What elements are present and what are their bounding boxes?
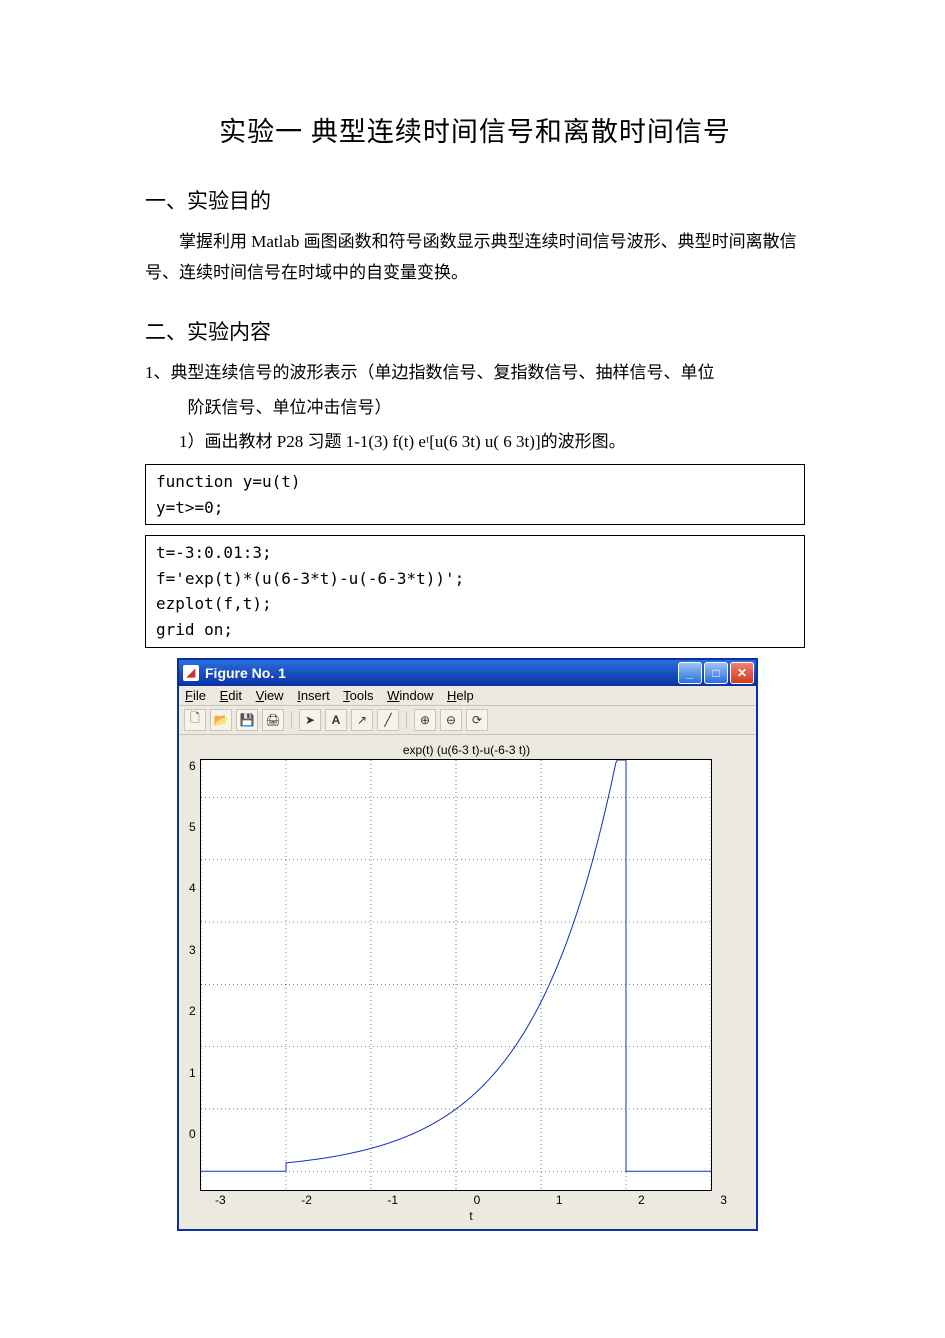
plot-canvas[interactable] — [200, 759, 712, 1191]
plot-area: exp(t) (u(6-3 t)-u(-6-3 t)) 6 5 4 3 2 1 … — [179, 735, 756, 1229]
ytick-0: 0 — [189, 1127, 196, 1141]
menu-help[interactable]: Help — [447, 688, 474, 703]
toolbar-separator-1 — [291, 711, 292, 729]
subitem-1: 1）画出教材 P28 习题 1-1(3) f(t) eᵗ[u(6 3t) u( … — [145, 427, 805, 458]
section-1-heading: 一、实验目的 — [145, 185, 805, 215]
ytick-5: 5 — [189, 820, 196, 834]
window-titlebar[interactable]: ◢ Figure No. 1 _ □ ✕ — [179, 660, 756, 686]
x-axis-ticks: -3 -2 -1 0 1 2 3 — [215, 1191, 727, 1207]
xtick-neg1: -1 — [387, 1193, 398, 1207]
menu-view[interactable]: View — [256, 688, 284, 703]
xtick-neg3: -3 — [215, 1193, 226, 1207]
menu-file[interactable]: File — [185, 688, 206, 703]
code-block-2: t=-3:0.01:3; f='exp(t)*(u(6-3*t)-u(-6-3*… — [145, 535, 805, 647]
xtick-2: 2 — [638, 1193, 645, 1207]
ytick-6: 6 — [189, 759, 196, 773]
minimize-button[interactable]: _ — [678, 662, 702, 684]
zoom-out-icon[interactable]: ⊖ — [440, 709, 462, 731]
open-icon[interactable]: 📂 — [210, 709, 232, 731]
xtick-0: 0 — [474, 1193, 481, 1207]
section-2-heading: 二、实验内容 — [145, 316, 805, 346]
close-button[interactable]: ✕ — [730, 662, 754, 684]
xtick-3: 3 — [720, 1193, 727, 1207]
plot-title: exp(t) (u(6-3 t)-u(-6-3 t)) — [189, 743, 744, 757]
zoom-in-icon[interactable]: ⊕ — [414, 709, 436, 731]
document-title: 实验一 典型连续时间信号和离散时间信号 — [145, 110, 805, 149]
rotate-icon[interactable]: ⟳ — [466, 709, 488, 731]
toolbar: 🗋 📂 💾 🖨 ➤ A ↗ ╱ ⊕ ⊖ ⟳ — [179, 706, 756, 735]
toolbar-separator-2 — [406, 711, 407, 729]
matlab-app-icon: ◢ — [183, 665, 199, 681]
matlab-figure-window: ◢ Figure No. 1 _ □ ✕ File Edit View Inse… — [177, 658, 758, 1231]
y-axis-ticks: 6 5 4 3 2 1 0 — [189, 759, 200, 1189]
code-block-1: function y=u(t) y=t>=0; — [145, 464, 805, 525]
menu-window[interactable]: Window — [387, 688, 433, 703]
xtick-1: 1 — [556, 1193, 563, 1207]
ytick-1: 1 — [189, 1066, 196, 1080]
menu-tools[interactable]: Tools — [343, 688, 373, 703]
xtick-neg2: -2 — [301, 1193, 312, 1207]
text-a-icon[interactable]: A — [325, 709, 347, 731]
menu-edit[interactable]: Edit — [220, 688, 242, 703]
arrow-icon[interactable]: ↗ — [351, 709, 373, 731]
section-1-para: 掌握利用 Matlab 画图函数和符号函数显示典型连续时间信号波形、典型时间离散… — [145, 227, 805, 288]
ytick-4: 4 — [189, 881, 196, 895]
pointer-icon[interactable]: ➤ — [299, 709, 321, 731]
menu-insert[interactable]: Insert — [297, 688, 330, 703]
ytick-3: 3 — [189, 943, 196, 957]
maximize-button[interactable]: □ — [704, 662, 728, 684]
line-icon[interactable]: ╱ — [377, 709, 399, 731]
save-icon[interactable]: 💾 — [236, 709, 258, 731]
new-file-icon[interactable]: 🗋 — [184, 709, 206, 731]
print-icon[interactable]: 🖨 — [262, 709, 284, 731]
item-1-line1: 1、典型连续信号的波形表示（单边指数信号、复指数信号、抽样信号、单位 — [145, 358, 805, 389]
window-title: Figure No. 1 — [205, 665, 286, 681]
menu-bar[interactable]: File Edit View Insert Tools Window Help — [179, 686, 756, 706]
item-1-line2: 阶跃信号、单位冲击信号） — [145, 393, 805, 424]
item-1-line2-text: 阶跃信号、单位冲击信号） — [188, 398, 392, 417]
x-axis-label: t — [215, 1209, 727, 1223]
ytick-2: 2 — [189, 1004, 196, 1018]
